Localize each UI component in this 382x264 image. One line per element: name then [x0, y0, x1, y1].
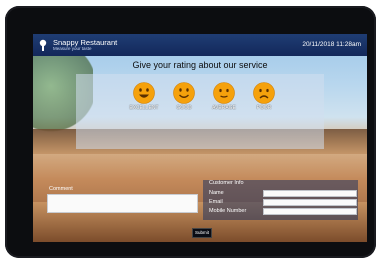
happy-face-icon	[173, 82, 195, 104]
rating-option-label: AVERAGE	[212, 105, 236, 111]
rating-options: EXCELLENT GOOD AVERAGE POOR	[124, 82, 284, 111]
mobile-number-field[interactable]	[263, 208, 357, 215]
comment-label: Comment	[49, 186, 73, 192]
datetime: 20/11/2018 11:28am	[302, 41, 361, 48]
header-bar: Snappy Restaurant Measure your taste 20/…	[33, 34, 367, 56]
rating-option-good[interactable]: GOOD	[164, 82, 204, 111]
name-label: Name	[209, 190, 224, 196]
mobile-number-label: Mobile Number	[209, 208, 247, 214]
email-field[interactable]	[263, 199, 357, 206]
brand: Snappy Restaurant Measure your taste	[53, 37, 118, 52]
submit-button[interactable]: Submit	[192, 228, 212, 238]
app-tagline: Measure your taste	[53, 46, 92, 51]
rating-option-excellent[interactable]: EXCELLENT	[124, 82, 164, 111]
restaurant-logo-icon	[39, 39, 47, 51]
comment-input[interactable]	[47, 194, 198, 213]
rating-option-label: EXCELLENT	[129, 105, 159, 111]
email-label: Email	[209, 199, 223, 205]
rating-option-label: GOOD	[176, 105, 192, 111]
sad-face-icon	[253, 82, 275, 104]
smiling-face-icon	[213, 82, 235, 104]
rating-option-label: POOR	[256, 105, 272, 111]
rating-option-average[interactable]: AVERAGE	[204, 82, 244, 111]
very-happy-face-icon	[133, 82, 155, 104]
name-field[interactable]	[263, 190, 357, 197]
kiosk-screen: Snappy Restaurant Measure your taste 20/…	[33, 34, 367, 242]
rating-option-poor[interactable]: POOR	[244, 82, 284, 111]
app-name: Snappy Restaurant	[53, 37, 118, 47]
customer-info-title: Customer Info	[209, 180, 244, 186]
rating-title: Give your rating about our service	[132, 60, 268, 70]
tablet-frame: Snappy Restaurant Measure your taste 20/…	[5, 6, 376, 258]
